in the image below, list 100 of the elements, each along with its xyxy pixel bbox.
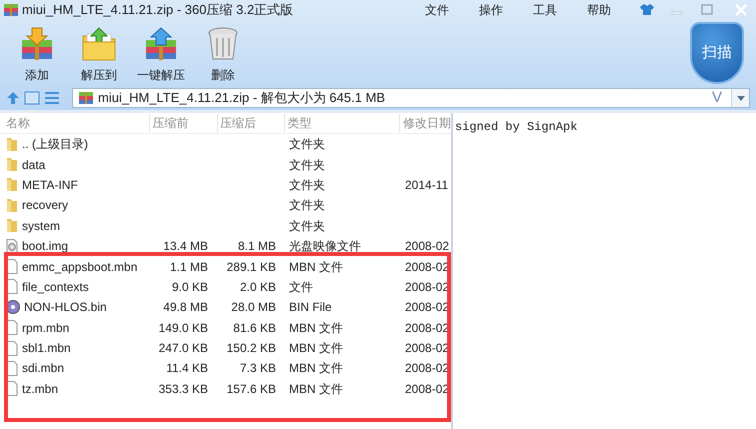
size-text: 247.0 KB <box>158 341 208 356</box>
size-text: 149.0 KB <box>158 320 208 335</box>
type-text: 文件夹 <box>289 218 325 233</box>
file-row[interactable]: NON-HLOS.bin 49.8 MB 28.0 MB BIN File 2008-02 <box>0 297 451 318</box>
packed-size-text: 289.1 KB <box>226 260 276 274</box>
date-text: 2008-02 <box>405 320 450 335</box>
type-text: MBN 文件 <box>289 361 343 376</box>
file-name: META-INF <box>22 176 78 194</box>
file-name: sdi.mbn <box>22 360 64 378</box>
file-name: data <box>22 156 46 174</box>
file-row[interactable]: rpm.mbn 149.0 KB 81.6 KB MBN 文件 2008-02 <box>0 318 451 338</box>
folder-icon <box>6 177 18 192</box>
file-row[interactable]: file_contexts 9.0 KB 2.0 KB 文件 2008-02 <box>0 276 451 298</box>
date-text: 2008-02 <box>405 239 450 254</box>
address-text: miui_HM_LTE_4.11.21.zip - 解包大小为 645.1 MB <box>98 89 386 108</box>
comment-text: signed by SignApk <box>455 120 578 134</box>
file-name: system <box>22 218 60 235</box>
size-text: 11.4 KB <box>166 361 208 376</box>
file-name: emmc_appsboot.mbn <box>22 258 138 276</box>
date-text: 2008-02 <box>405 300 450 314</box>
type-text: MBN 文件 <box>289 341 343 356</box>
folder-icon <box>6 198 18 213</box>
archive-icon <box>79 92 93 104</box>
size-text: 49.8 MB <box>163 300 208 314</box>
file-icon <box>6 279 18 294</box>
type-text: 文件夹 <box>289 198 325 212</box>
file-name: sbl1.mbn <box>22 340 71 358</box>
toolbar-button[interactable]: 添加 <box>6 20 68 84</box>
shortcut-label: V <box>712 88 723 108</box>
archive-books-icon <box>143 26 179 62</box>
scan-button[interactable]: 扫描 <box>690 22 744 84</box>
file-row[interactable]: META-INF 文件夹 2014-11 <box>0 174 451 196</box>
file-icon <box>6 259 18 274</box>
size-text: 353.3 KB <box>158 382 208 396</box>
menu-item[interactable]: 帮助 <box>574 1 624 19</box>
size-text: 1.1 MB <box>170 260 208 274</box>
type-text: BIN File <box>289 300 332 314</box>
toolbar-button[interactable]: 一键解压 <box>130 20 192 84</box>
folder-icon <box>81 26 117 62</box>
caret-icon <box>736 96 744 100</box>
file-row[interactable]: boot.img 13.4 MB 8.1 MB 光盘映像文件 2008-02 <box>0 236 451 256</box>
packed-size-text: 28.0 MB <box>231 300 276 314</box>
size-text: 9.0 KB <box>172 280 208 294</box>
toolbar-button[interactable]: 删除 <box>192 20 254 84</box>
type-text: 文件夹 <box>289 158 325 172</box>
close-icon[interactable] <box>734 4 748 16</box>
up-arrow-icon[interactable] <box>6 91 20 105</box>
type-text: 文件夹 <box>289 178 325 192</box>
type-text: 光盘映像文件 <box>289 239 361 254</box>
dropdown-button[interactable] <box>731 89 749 107</box>
maximize-icon[interactable] <box>700 4 714 16</box>
packed-size-text: 157.6 KB <box>226 382 276 396</box>
file-name: tz.mbn <box>22 380 58 398</box>
file-name: .. (上级目录) <box>22 136 88 154</box>
packed-size-text: 81.6 KB <box>233 320 276 335</box>
folder-icon <box>6 218 18 234</box>
list-view-icon[interactable] <box>44 91 60 105</box>
packed-size-text: 150.2 KB <box>226 341 276 356</box>
date-text: 2008-02 <box>405 382 450 396</box>
window-title: miui_HM_LTE_4.11.21.zip - 360压缩 3.2正式版 <box>22 1 294 20</box>
toolbar-button[interactable]: 解压到 <box>68 20 130 84</box>
file-icon <box>6 360 18 376</box>
date-text: 2008-02 <box>405 341 450 356</box>
folder-icon <box>6 136 18 152</box>
file-row[interactable]: data 文件夹 <box>0 154 451 175</box>
file-row[interactable]: sdi.mbn 11.4 KB 7.3 KB MBN 文件 2008-02 <box>0 358 451 379</box>
address-field[interactable]: miui_HM_LTE_4.11.21.zip - 解包大小为 645.1 MB V <box>72 88 750 108</box>
file-icon <box>6 320 18 336</box>
file-name: NON-HLOS.bin <box>24 299 107 316</box>
file-name: boot.img <box>22 238 68 256</box>
disc-file-icon <box>6 238 18 254</box>
archive-books-icon <box>19 26 55 62</box>
shirt-icon[interactable] <box>640 4 654 16</box>
type-text: 文件 <box>289 280 313 294</box>
file-row[interactable]: sbl1.mbn 247.0 KB 150.2 KB MBN 文件 2008-02 <box>0 338 451 358</box>
folder-icon <box>6 157 18 172</box>
type-text: MBN 文件 <box>289 320 343 335</box>
file-row[interactable]: system 文件夹 <box>0 216 451 236</box>
date-text: 2008-02 <box>405 361 450 376</box>
type-text: 文件夹 <box>289 137 325 152</box>
file-name: rpm.mbn <box>22 320 70 337</box>
file-row[interactable]: tz.mbn 353.3 KB 157.6 KB MBN 文件 2008-02 <box>0 378 451 400</box>
size-text: 13.4 MB <box>163 239 208 254</box>
menu-item[interactable]: 工具 <box>520 1 570 19</box>
menu-item[interactable]: 文件 <box>412 1 462 19</box>
date-text: 2008-02 <box>405 260 450 274</box>
date-text: 2008-02 <box>405 280 450 294</box>
thumbnail-view-icon[interactable] <box>24 91 40 105</box>
file-row[interactable]: emmc_appsboot.mbn 1.1 MB 289.1 KB MBN 文件 2008-02 <box>0 256 451 277</box>
menu-item[interactable]: 操作 <box>466 1 516 19</box>
type-text: MBN 文件 <box>289 260 343 274</box>
file-row[interactable]: .. (上级目录) 文件夹 <box>0 134 451 154</box>
file-row[interactable]: recovery 文件夹 <box>0 195 451 216</box>
file-name: file_contexts <box>22 278 89 296</box>
type-text: MBN 文件 <box>289 382 343 396</box>
date-text: 2014-11 <box>405 178 448 192</box>
file-name: recovery <box>22 197 68 214</box>
file-icon <box>6 381 18 396</box>
file-icon <box>6 340 18 356</box>
archive-icon <box>4 4 18 16</box>
